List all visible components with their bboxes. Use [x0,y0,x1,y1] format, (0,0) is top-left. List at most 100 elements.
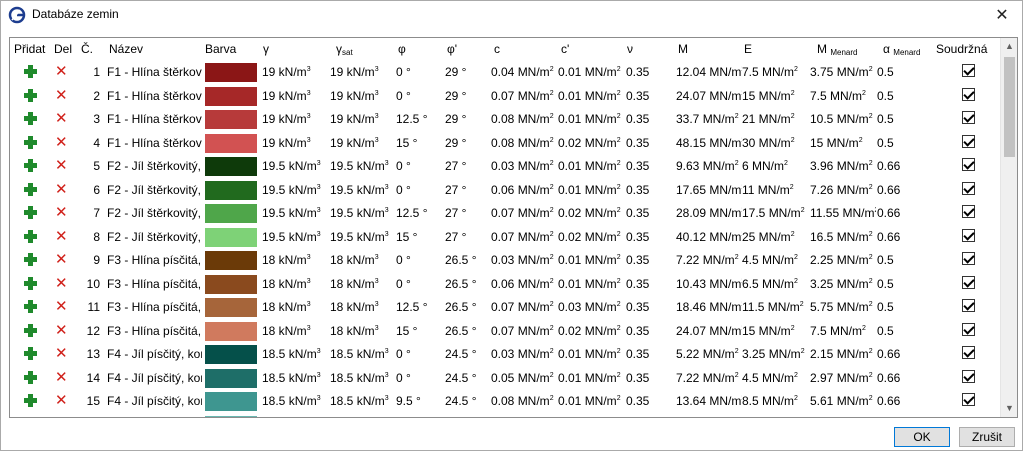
c-cell[interactable]: 0.06 MN/m2 [491,183,558,197]
delete-row-x-icon[interactable]: ✕ [55,111,68,126]
c-eff-cell[interactable]: 0.02 MN/m2 [558,324,626,338]
c-eff-cell[interactable]: 0.01 MN/m2 [558,347,626,361]
table-row[interactable]: ✕ 14 F4 - Jíl písčitý, kon 18.5 kN/m3 18.5 k… [10,367,1000,391]
table-row[interactable]: ✕ 9 F3 - Hlína písčitá, k 18 kN/m3 18 kN/m3 0… [10,249,1000,273]
delete-row-x-icon[interactable]: ✕ [55,158,68,173]
m-menard-cell[interactable]: 16.5 MN/m2 [810,230,876,244]
c-cell[interactable]: 0.08 MN/m2 [491,394,558,408]
phi-cell[interactable]: 9.5 ° [396,394,444,408]
alpha-cell[interactable]: 0.5 [877,300,937,314]
alpha-cell[interactable]: 0.66 [877,159,937,173]
c-eff-cell[interactable]: 0.01 MN/m2 [558,183,626,197]
soil-name-cell[interactable]: F4 - Jíl písčitý, kon [107,371,202,385]
color-swatch[interactable] [205,86,257,106]
cohesive-checkbox[interactable] [962,299,975,312]
m-menard-cell[interactable]: 5.61 MN/m2 [810,394,876,408]
phi-eff-cell[interactable]: 29 ° [445,89,493,103]
phi-eff-cell[interactable]: 27 ° [445,183,493,197]
color-swatch[interactable] [205,251,257,270]
m-menard-cell[interactable]: 5.75 MN/m2 [810,300,876,314]
phi-eff-cell[interactable]: 29 ° [445,136,493,150]
add-row-plus-icon[interactable] [24,323,37,337]
nu-cell[interactable]: 0.35 [626,230,674,244]
m-cell[interactable]: 10.43 MN/m2 [676,277,742,291]
phi-eff-cell[interactable]: 27 ° [445,206,493,220]
m-cell[interactable]: 13.64 MN/m2 [676,394,742,408]
add-row-plus-icon[interactable] [24,88,37,102]
m-cell[interactable]: 7.22 MN/m2 [676,371,742,385]
m-cell[interactable]: 19.26 MN/m2 [676,418,742,419]
phi-cell[interactable]: 12.5 ° [396,112,444,126]
m-menard-cell[interactable]: 11.55 MN/m2 [810,206,876,220]
gamma-cell[interactable]: 19 kN/m3 [262,65,332,79]
gamma-cell[interactable]: 18 kN/m3 [262,324,332,338]
gamma-cell[interactable]: 18.5 kN/m3 [262,371,332,385]
close-button[interactable]: ✕ [982,1,1022,29]
alpha-cell[interactable]: 0.66 [877,183,937,197]
soil-name-cell[interactable]: F3 - Hlína písčitá, k [107,277,202,291]
phi-cell[interactable]: 0 ° [396,159,444,173]
e-cell[interactable]: 6.5 MN/m2 [742,277,810,291]
delete-row-x-icon[interactable]: ✕ [55,229,68,244]
soil-name-cell[interactable]: F3 - Hlína písčitá, k [107,253,202,267]
e-cell[interactable]: 25 MN/m2 [742,230,810,244]
c-eff-cell[interactable]: 0.01 MN/m2 [558,253,626,267]
alpha-cell[interactable]: 0.5 [877,253,937,267]
e-cell[interactable]: 3.25 MN/m2 [742,347,810,361]
soil-name-cell[interactable]: F4 - Jíl písčitý, kon [107,394,202,408]
delete-row-x-icon[interactable]: ✕ [55,299,68,314]
gamma-sat-cell[interactable]: 19 kN/m3 [330,65,394,79]
nu-cell[interactable]: 0.35 [626,253,674,267]
c-eff-cell[interactable]: 0.02 MN/m2 [558,418,626,419]
phi-eff-cell[interactable]: 26.5 ° [445,324,493,338]
m-menard-cell[interactable]: 7.92 MN/m2 [810,418,876,419]
phi-cell[interactable]: 15 ° [396,324,444,338]
scroll-down-icon[interactable]: ▼ [1001,400,1017,417]
e-cell[interactable]: 4.5 MN/m2 [742,253,810,267]
color-swatch[interactable] [205,392,257,411]
alpha-cell[interactable]: 0.66 [877,230,937,244]
alpha-cell[interactable]: 0.66 [877,394,937,408]
c-cell[interactable]: 0.09 MN/m2 [491,418,558,419]
table-row[interactable]: ✕2F1 - Hlína štěrkovitá19 kN/m319 kN/m30… [10,85,1000,109]
c-cell[interactable]: 0.07 MN/m2 [491,206,558,220]
gamma-cell[interactable]: 19.5 kN/m3 [262,230,332,244]
ok-button[interactable]: OK [894,427,950,447]
soil-name-cell[interactable]: F2 - Jíl štěrkovitý, k [107,206,202,220]
soil-name-cell[interactable]: F3 - Hlína písčitá, k [107,324,202,338]
phi-eff-cell[interactable]: 29 ° [445,112,493,126]
m-cell[interactable]: 12.04 MN/m2 [676,65,742,79]
gamma-sat-cell[interactable]: 19 kN/m3 [330,136,394,150]
m-cell[interactable]: 28.09 MN/m2 [676,206,742,220]
nu-cell[interactable]: 0.35 [626,371,674,385]
cohesive-checkbox[interactable] [962,416,975,417]
e-cell[interactable]: 11 MN/m2 [742,183,810,197]
color-swatch[interactable] [205,298,257,317]
gamma-sat-cell[interactable]: 18.5 kN/m3 [330,371,394,385]
cohesive-checkbox[interactable] [962,111,975,124]
soil-name-cell[interactable]: F1 - Hlína štěrkovitá [107,112,202,126]
add-row-plus-icon[interactable] [24,347,37,360]
alpha-cell[interactable]: 0.66 [877,371,937,385]
add-row-plus-icon[interactable] [24,276,37,290]
phi-cell[interactable]: 12.5 ° [396,300,444,314]
c-eff-cell[interactable]: 0.01 MN/m2 [558,394,626,408]
gamma-sat-cell[interactable]: 19 kN/m3 [330,89,394,103]
e-cell[interactable]: 11.5 MN/m2 [742,300,810,314]
m-menard-cell[interactable]: 3.75 MN/m2 [810,65,876,79]
table-row[interactable]: ✕ 10 F3 - Hlína písčitá, k 18 kN/m3 18 kN/m3… [10,273,1000,297]
phi-eff-cell[interactable]: 24.5 ° [445,347,493,361]
gamma-sat-cell[interactable]: 19.5 kN/m3 [330,230,394,244]
alpha-cell[interactable]: 0.66 [877,347,937,361]
delete-row-x-icon[interactable]: ✕ [55,252,68,267]
gamma-sat-cell[interactable]: 18.5 kN/m3 [330,347,394,361]
table-row[interactable]: ✕1F1 - Hlína štěrkovitá19 kN/m319 kN/m30… [10,61,1000,85]
nu-cell[interactable]: 0.35 [626,112,674,126]
color-swatch[interactable] [205,368,257,388]
c-eff-cell[interactable]: 0.01 MN/m2 [558,89,626,103]
c-eff-cell[interactable]: 0.02 MN/m2 [558,136,626,150]
color-swatch[interactable] [205,63,257,82]
add-row-plus-icon[interactable] [24,206,37,219]
phi-eff-cell[interactable]: 24.5 ° [445,394,493,408]
e-cell[interactable]: 30 MN/m2 [742,136,810,150]
